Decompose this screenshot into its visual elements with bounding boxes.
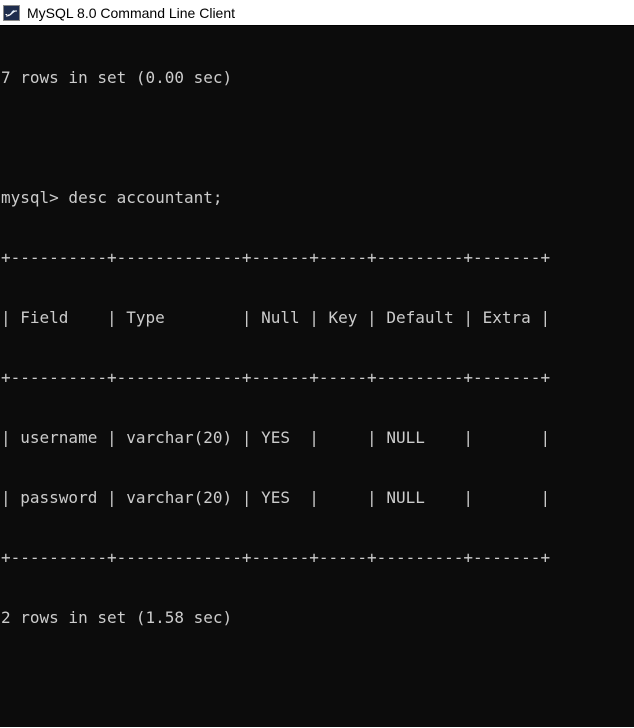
terminal-output[interactable]: 7 rows in set (0.00 sec) mysql> desc acc… [0,26,634,727]
terminal-line-command: mysql> desc accountant; [1,188,223,207]
terminal-line: +----------+-------------+------+-----+-… [1,368,551,387]
mysql-dolphin-icon[interactable] [3,4,20,21]
terminal-line: 7 rows in set (0.00 sec) [1,68,233,87]
window-title: MySQL 8.0 Command Line Client [27,4,236,21]
terminal-line: +----------+-------------+------+-----+-… [1,548,551,567]
terminal-line-header: | Field | Type | Null | Key | Default | … [1,308,551,327]
terminal-line-status: 2 rows in set (1.58 sec) [1,608,233,627]
terminal-line-row: | username | varchar(20) | YES | | NULL … [1,428,551,447]
window-titlebar[interactable]: MySQL 8.0 Command Line Client [0,0,634,26]
terminal-line: +----------+-------------+------+-----+-… [1,248,551,267]
terminal-line-row: | password | varchar(20) | YES | | NULL … [1,488,551,507]
